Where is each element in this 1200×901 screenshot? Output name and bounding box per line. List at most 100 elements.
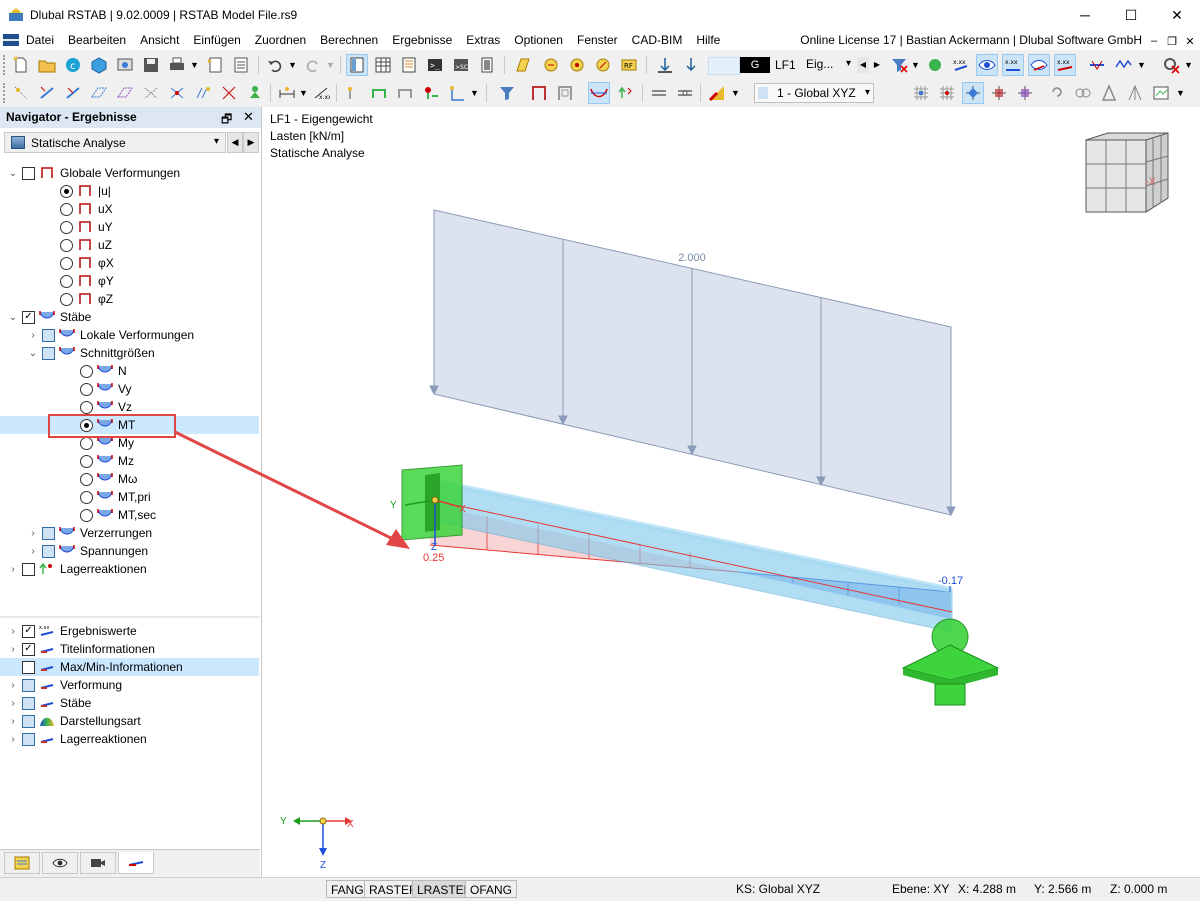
tree-item-stresses[interactable]: › Spannungen	[28, 542, 148, 560]
view-pan-icon[interactable]	[1072, 82, 1094, 104]
select-invert-icon[interactable]	[218, 82, 240, 104]
view-render-icon[interactable]	[1150, 82, 1172, 104]
section-icon[interactable]	[674, 82, 696, 104]
tree-item-internal-forces[interactable]: ⌄ Schnittgrößen	[28, 344, 155, 362]
select-solid-icon[interactable]	[114, 82, 136, 104]
menu-item[interactable]: Zuordnen	[248, 30, 313, 50]
tree-item-title-info[interactable]: › ✓ Titelinformationen	[8, 640, 155, 658]
delete-dropdown-icon[interactable]: ▼	[1184, 60, 1193, 70]
checkbox[interactable]	[42, 328, 55, 342]
expand-icon[interactable]: ›	[8, 698, 18, 709]
print-preview-icon[interactable]	[114, 54, 136, 76]
tree-item-mt-pri[interactable]: MT,pri	[48, 488, 151, 506]
checkbox[interactable]	[22, 696, 35, 710]
tab-results-icon[interactable]	[118, 852, 154, 874]
mdi-minimize-button[interactable]: –	[1145, 32, 1163, 50]
snap-toggle-button[interactable]: FANG	[326, 880, 369, 898]
results-frame-icon[interactable]	[528, 82, 550, 104]
checkbox[interactable]	[22, 732, 35, 746]
checkbox[interactable]	[22, 678, 35, 692]
checkbox[interactable]	[42, 526, 55, 540]
model-view-icon[interactable]	[88, 54, 110, 76]
clipboard-icon[interactable]	[476, 54, 498, 76]
tab-views-icon[interactable]	[80, 852, 116, 874]
expand-icon[interactable]: ›	[8, 644, 18, 655]
select-member-icon[interactable]	[36, 82, 58, 104]
member-diagram-icon[interactable]	[588, 82, 610, 104]
tree-item-mt-sec[interactable]: MT,sec	[48, 506, 156, 524]
tree-item-my[interactable]: My	[48, 434, 134, 452]
tab-display-icon[interactable]	[42, 852, 78, 874]
tree-item-global-deformations[interactable]: ⌄ Globale Verformungen	[8, 164, 180, 182]
radio-button[interactable]	[60, 184, 73, 198]
dimension-dropdown-icon[interactable]: ▼	[299, 88, 308, 98]
coordinate-system-select[interactable]: 1 - Global XYZ ▾	[754, 83, 874, 103]
visibility-filter-icon[interactable]	[496, 82, 518, 104]
load-case-select[interactable]: Eig... ▾	[802, 55, 854, 75]
print-icon[interactable]	[166, 54, 188, 76]
select-line-icon[interactable]	[62, 82, 84, 104]
document-list-icon[interactable]	[230, 54, 252, 76]
expand-icon[interactable]: ⌄	[8, 168, 18, 179]
expand-icon[interactable]: ›	[8, 680, 18, 691]
checkbox[interactable]	[22, 562, 35, 576]
tree-item-mt[interactable]: MT	[0, 416, 259, 434]
tree-item-uy[interactable]: uY	[28, 218, 113, 236]
close-button[interactable]: ✕	[1154, 0, 1200, 30]
axes-dropdown-icon[interactable]: ▼	[470, 88, 479, 98]
radio-button[interactable]	[60, 238, 73, 252]
tree-item-u-abs[interactable]: |u|	[28, 182, 111, 200]
menu-item[interactable]: Ansicht	[133, 30, 186, 50]
model-viewport[interactable]: LF1 - Eigengewicht Lasten [kN/m] Statisc…	[262, 107, 1200, 877]
view-3d-icon[interactable]	[988, 82, 1010, 104]
minimize-button[interactable]: ─	[1062, 0, 1108, 30]
select-all-icon[interactable]	[166, 82, 188, 104]
checkbox[interactable]	[22, 660, 35, 674]
tree-item-vy[interactable]: Vy	[48, 380, 132, 398]
filter-dropdown-icon[interactable]: ▼	[911, 60, 920, 70]
navigator-toggle-icon[interactable]	[346, 54, 368, 76]
expand-icon[interactable]: ›	[8, 734, 18, 745]
results-dropdown-icon[interactable]: ▼	[1137, 60, 1146, 70]
hinge-icon[interactable]	[648, 82, 670, 104]
navigator-dropdown[interactable]: Statische Analyse ▾	[4, 132, 226, 153]
radio-button[interactable]	[80, 454, 93, 468]
show-extremes-icon[interactable]	[1028, 54, 1050, 76]
local-axes-icon[interactable]	[446, 82, 468, 104]
expand-icon[interactable]: ⌄	[8, 312, 18, 323]
radio-button[interactable]	[80, 400, 93, 414]
support-icon[interactable]	[244, 82, 266, 104]
checkbox[interactable]	[42, 346, 55, 360]
member-numbering-icon[interactable]	[368, 82, 390, 104]
select-surface-icon[interactable]	[88, 82, 110, 104]
tree-item-members[interactable]: ⌄ ✓ Stäbe	[8, 308, 92, 326]
menu-item[interactable]: Hilfe	[689, 30, 727, 50]
expand-icon[interactable]: ›	[28, 330, 38, 341]
grid-icon[interactable]	[910, 82, 932, 104]
support-reactions-icon[interactable]	[614, 82, 636, 104]
expand-icon[interactable]: ⌄	[28, 348, 38, 359]
load-case-prev-button[interactable]: ◀	[857, 57, 869, 73]
checkbox[interactable]: ✓	[22, 624, 35, 638]
tables-icon[interactable]	[372, 54, 394, 76]
cloud-icon[interactable]: c	[62, 54, 84, 76]
tree-item-members-display[interactable]: › Stäbe	[8, 694, 91, 712]
select-opening-icon[interactable]	[140, 82, 162, 104]
node-numbering-icon[interactable]	[342, 82, 364, 104]
pin-icon[interactable]: 🗗	[221, 110, 232, 131]
checkbox[interactable]: ✓	[22, 642, 35, 656]
console-icon[interactable]: >_	[424, 54, 446, 76]
show-labels-icon[interactable]: x.xx	[1054, 54, 1076, 76]
radio-button[interactable]	[60, 274, 73, 288]
menu-item[interactable]: Extras	[459, 30, 507, 50]
tree-item-maxmin-info[interactable]: Max/Min-Informationen	[0, 658, 259, 676]
print-dropdown-icon[interactable]: ▼	[190, 60, 199, 70]
radio-button[interactable]	[60, 256, 73, 270]
radio-button[interactable]	[80, 436, 93, 450]
view-front-icon[interactable]	[1014, 82, 1036, 104]
results-diagram-icon[interactable]	[924, 54, 946, 76]
tree-item-ux[interactable]: uX	[28, 200, 113, 218]
section-results-icon[interactable]	[1112, 54, 1134, 76]
radio-button[interactable]	[80, 364, 93, 378]
navigator-prev-button[interactable]: ◀	[227, 132, 243, 153]
